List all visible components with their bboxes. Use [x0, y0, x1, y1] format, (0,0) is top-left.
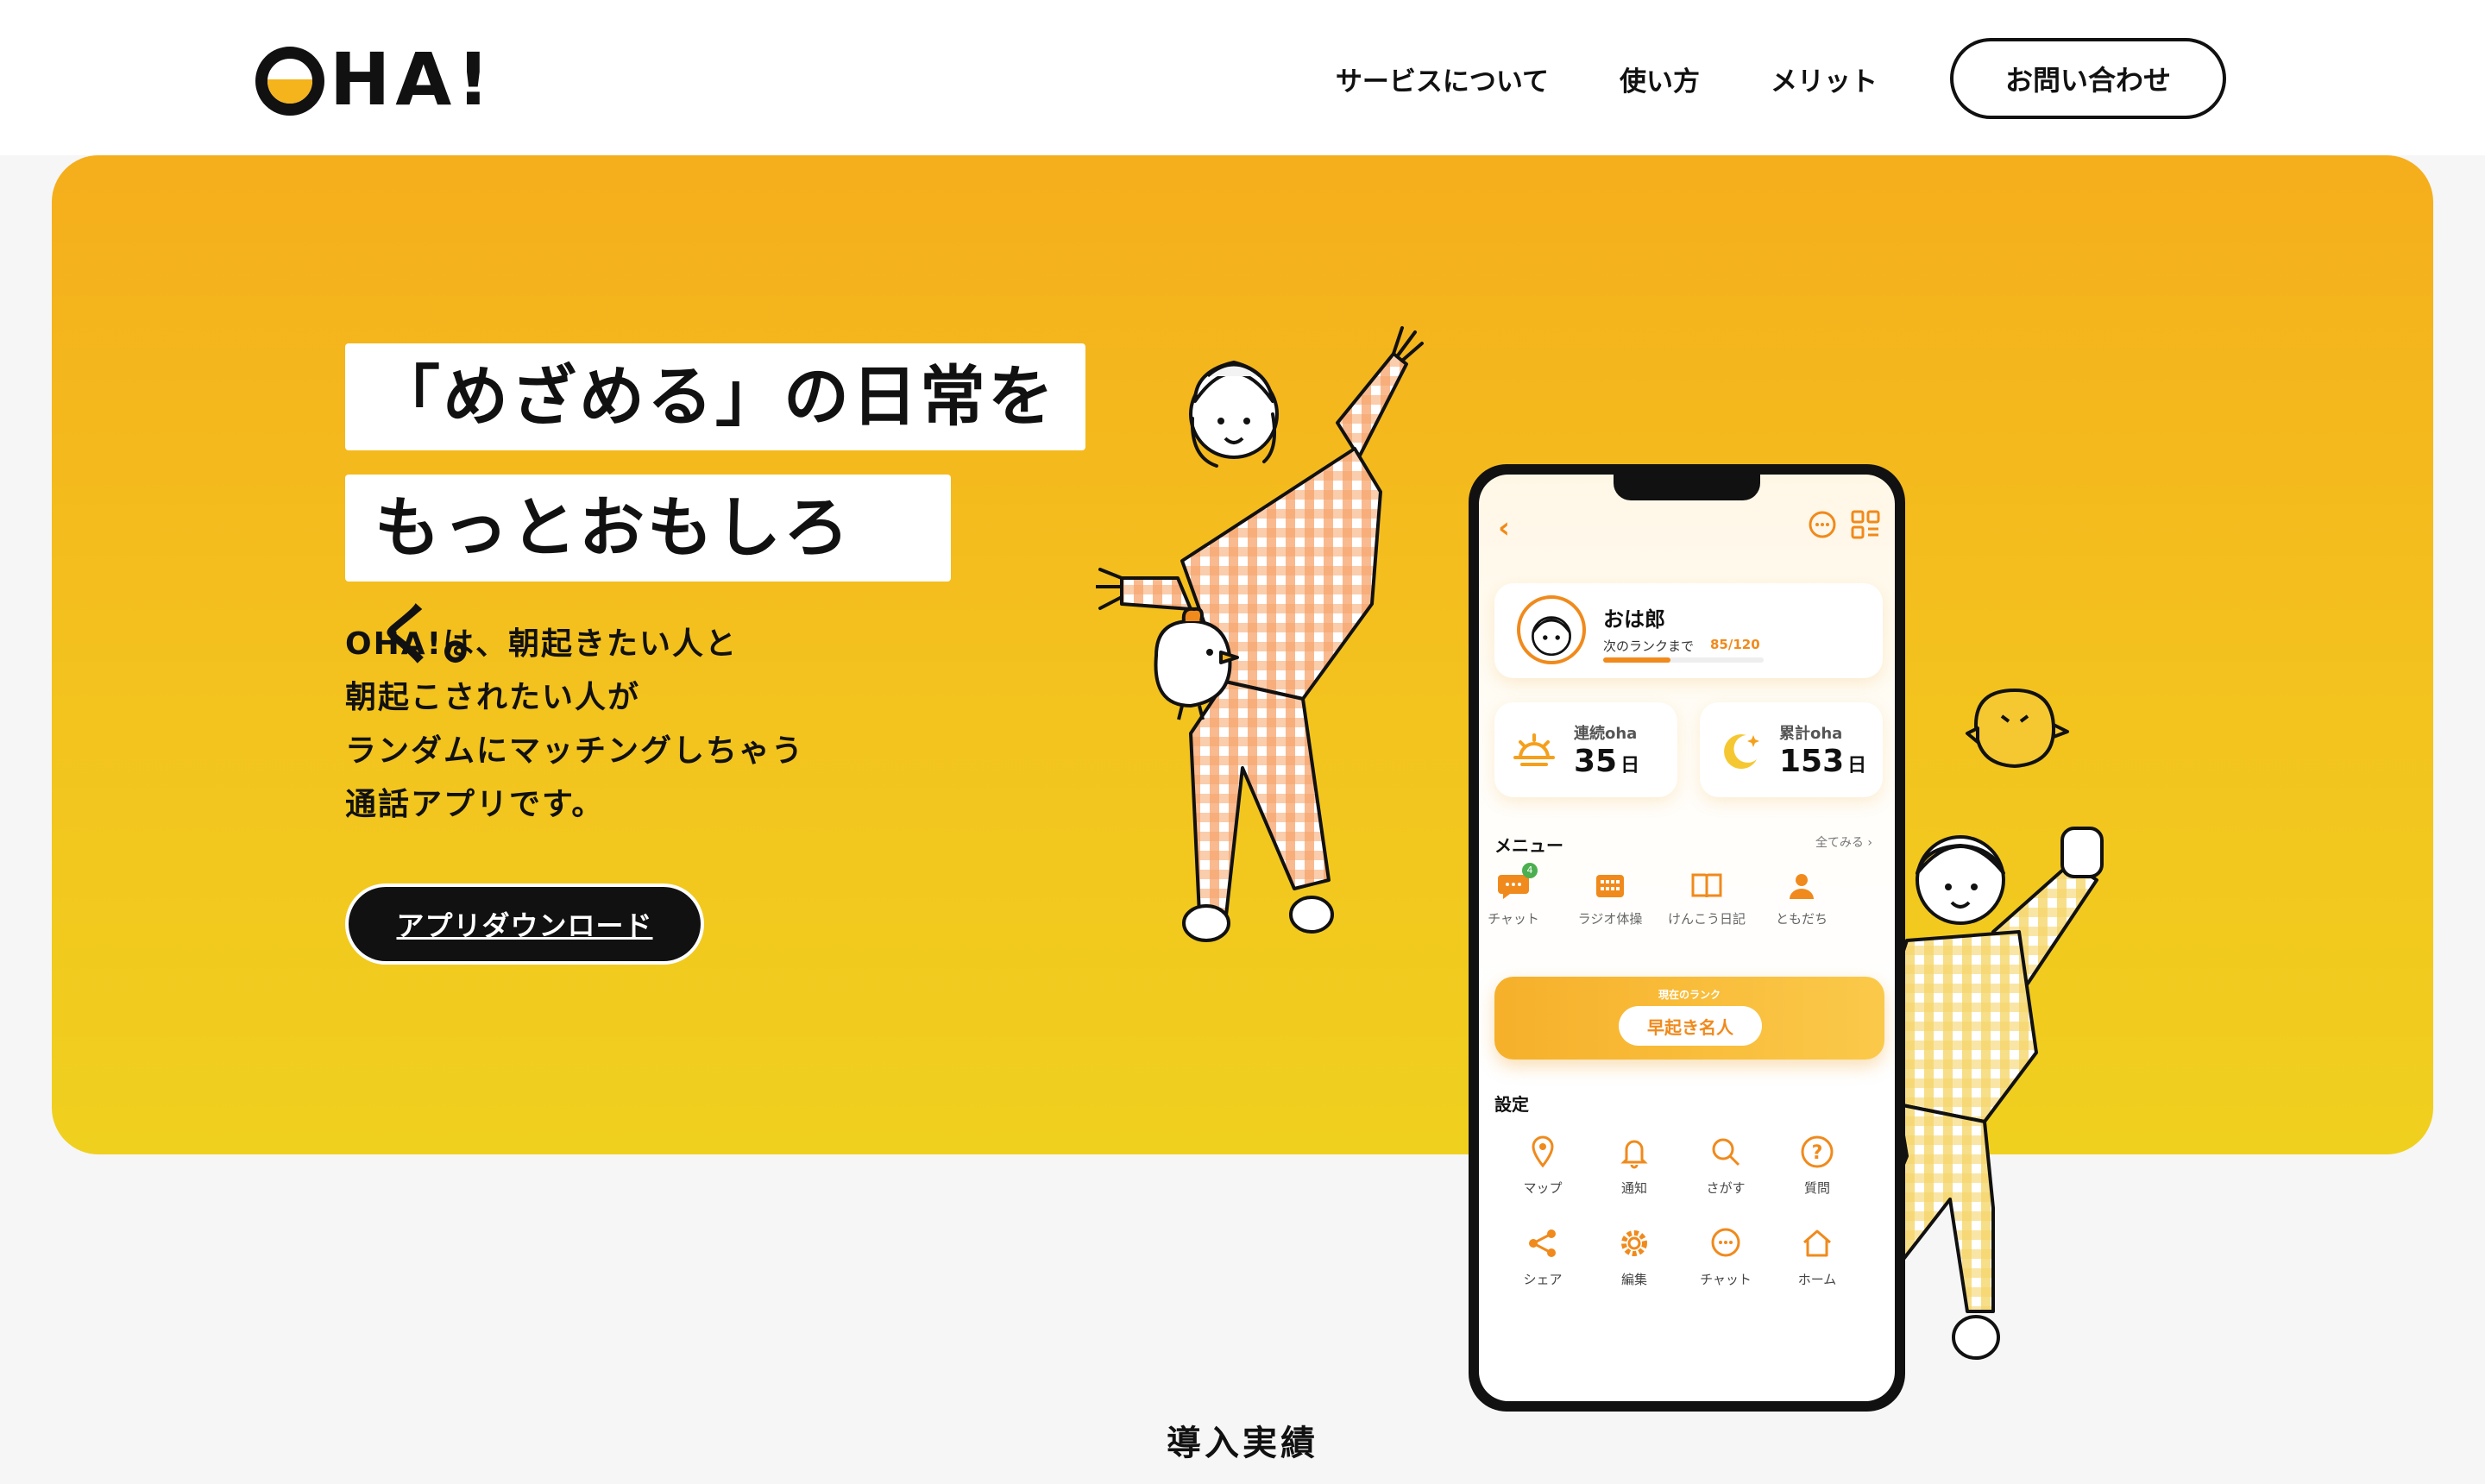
chat-icon[interactable] — [1807, 509, 1838, 540]
hero-headline-line2: もっとおもしろく。 — [345, 475, 951, 673]
menu-item-label: けんこう日記 — [1667, 911, 1746, 927]
book-icon — [1691, 873, 1722, 898]
current-rank-value: 早起き名人 — [1619, 1006, 1762, 1046]
current-rank-card[interactable]: 現在のランク 早起き名人 — [1494, 977, 1884, 1060]
menu-item-health-diary[interactable]: けんこう日記 — [1664, 868, 1750, 928]
menu-item-label: チャット — [1488, 911, 1539, 927]
settings-item-label: 質問 — [1803, 1180, 1830, 1196]
contact-button[interactable]: お問い合わせ — [1950, 38, 2226, 119]
moon-icon — [1724, 734, 1759, 770]
unread-badge: 4 — [1522, 863, 1538, 878]
search-icon — [1712, 1138, 1740, 1166]
rank-progress-bar — [1603, 657, 1764, 663]
nav-howto[interactable]: 使い方 — [1620, 60, 1700, 98]
logo-text: HA! — [330, 37, 495, 122]
map-pin-icon — [1532, 1135, 1554, 1168]
menu-item-label: ラジオ体操 — [1577, 911, 1643, 927]
settings-item-label: さがす — [1706, 1180, 1746, 1196]
total-card: 累計oha 153 日 — [1700, 702, 1883, 797]
rank-progress-fill — [1603, 657, 1671, 663]
nav-about[interactable]: サービスについて — [1336, 60, 1549, 98]
menu-see-all-link[interactable]: 全てみる › — [1815, 833, 1872, 851]
stat-label: 累計oha — [1779, 725, 1843, 743]
menu-item-radio-exercise[interactable]: ラジオ体操 — [1567, 868, 1653, 928]
stat-label: 連続oha — [1574, 725, 1638, 743]
streak-card: 連続oha 35 日 — [1494, 702, 1677, 797]
settings-heading: 設定 — [1494, 1094, 1529, 1115]
calendar-icon — [1596, 875, 1624, 897]
settings-item-chat[interactable]: チャット — [1683, 1223, 1769, 1288]
stat-value: 35 日 — [1574, 744, 1640, 779]
current-rank-label: 現在のランク — [1658, 989, 1721, 1001]
person-icon — [1790, 874, 1814, 899]
hero-description-line: ランダムにマッチングしちゃう — [345, 733, 805, 769]
phone-screen: ‹ おは郎 次のランクまで 85/120 連続oha 35 日 累計oha 15… — [1479, 475, 1895, 1401]
profile-name: おは郎 — [1603, 607, 1665, 632]
app-download-button[interactable]: アプリダウンロード — [345, 883, 704, 965]
share-icon — [1529, 1229, 1556, 1257]
chat-icon — [1711, 1228, 1740, 1257]
chick-illustration — [1966, 689, 2069, 768]
profile-card[interactable]: おは郎 次のランクまで 85/120 — [1494, 583, 1883, 678]
settings-item-label: 編集 — [1620, 1272, 1647, 1287]
avatar — [1517, 595, 1586, 664]
hero-description-line: 朝起こされたい人が — [345, 680, 641, 715]
settings-item-faq[interactable]: ? 質問 — [1774, 1132, 1860, 1197]
phone-notch — [1614, 475, 1760, 500]
rank-progress-value: 85/120 — [1710, 637, 1760, 652]
settings-item-home[interactable]: ホーム — [1774, 1223, 1860, 1288]
settings-item-notify[interactable]: 通知 — [1591, 1132, 1677, 1197]
settings-item-label: チャット — [1700, 1272, 1752, 1287]
back-arrow-icon[interactable]: ‹ — [1498, 511, 1510, 545]
hero-headline-line1: 「めざめる」の日常を — [345, 343, 1085, 450]
settings-item-label: ホーム — [1797, 1272, 1837, 1287]
section-title-results: 導入実績 — [1167, 1424, 1318, 1463]
qr-code-icon[interactable] — [1850, 509, 1881, 540]
hero-description-line: OHA!は、朝起きたい人と — [345, 626, 739, 662]
home-icon — [1803, 1229, 1831, 1257]
hero-section: 「めざめる」の日常を もっとおもしろく。 OHA!は、朝起きたい人と 朝起こされ… — [52, 155, 2433, 1412]
site-header: HA! サービスについて 使い方 メリット お問い合わせ — [0, 0, 2485, 155]
sunrise-icon — [1513, 733, 1555, 766]
settings-item-label: シェア — [1523, 1272, 1563, 1287]
settings-item-share[interactable]: シェア — [1500, 1223, 1586, 1288]
question-icon: ? — [1801, 1135, 1834, 1168]
menu-item-chat[interactable]: 4 チャット — [1479, 863, 1557, 928]
gear-icon — [1621, 1230, 1647, 1256]
logo-o-mark — [255, 47, 324, 116]
hero-description-line: 通話アプリです。 — [345, 787, 605, 822]
oha-logo[interactable]: HA! — [255, 41, 495, 117]
phone-mockup: ‹ おは郎 次のランクまで 85/120 連続oha 35 日 累計oha 15… — [1469, 464, 1905, 1412]
main-nav: サービスについて 使い方 メリット お問い合わせ — [1265, 38, 2226, 119]
stat-value: 153 日 — [1779, 744, 1867, 779]
hero-description: OHA!は、朝起きたい人と 朝起こされたい人が ランダムにマッチングしちゃう 通… — [345, 618, 966, 832]
nav-merit[interactable]: メリット — [1771, 60, 1878, 98]
menu-heading: メニュー — [1494, 835, 1563, 856]
settings-item-edit[interactable]: 編集 — [1591, 1223, 1677, 1288]
svg-text:?: ? — [1812, 1142, 1823, 1164]
settings-item-map[interactable]: マップ — [1500, 1132, 1586, 1197]
chicken-illustration — [1154, 607, 1239, 720]
bell-icon — [1620, 1140, 1648, 1169]
settings-item-search[interactable]: さがす — [1683, 1132, 1769, 1197]
settings-item-label: 通知 — [1620, 1180, 1647, 1196]
menu-item-label: ともだち — [1775, 911, 1828, 927]
menu-item-friends[interactable]: ともだち — [1758, 868, 1845, 928]
settings-item-label: マップ — [1523, 1180, 1563, 1196]
rank-progress-label: 次のランクまで — [1603, 638, 1695, 654]
